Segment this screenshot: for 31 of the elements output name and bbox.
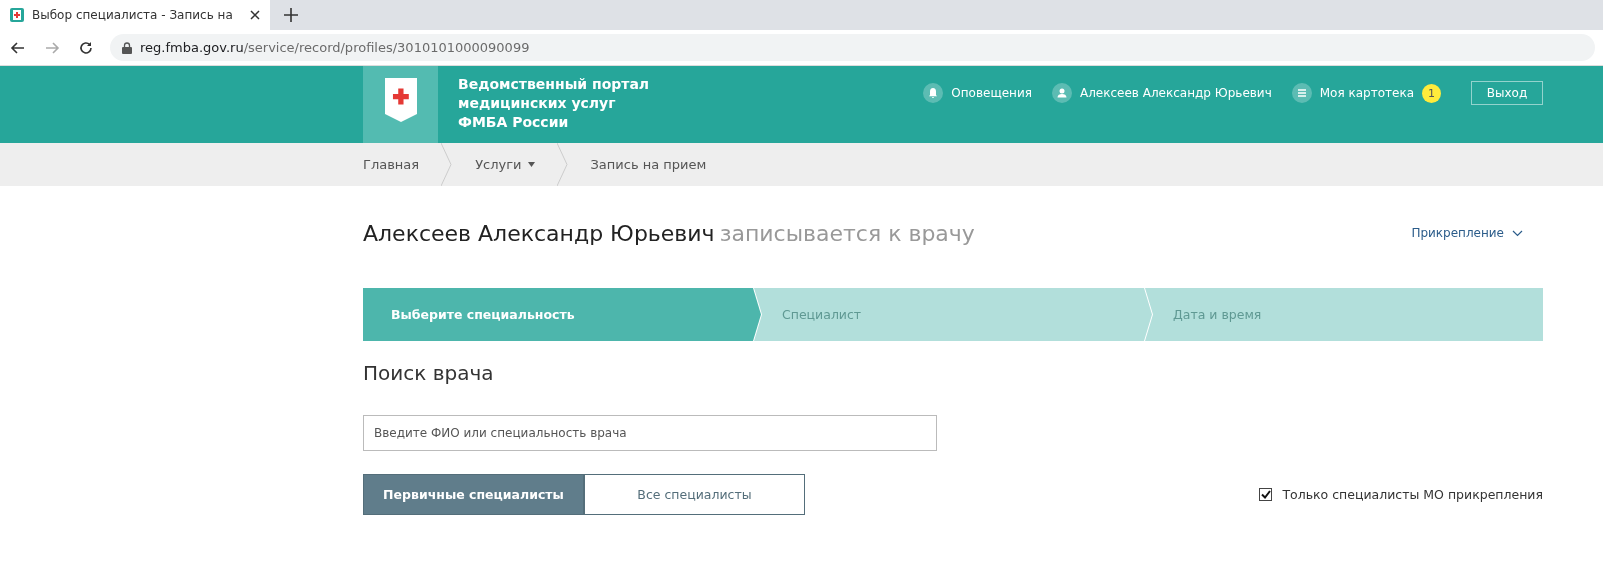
close-icon[interactable]	[250, 10, 260, 20]
wizard-step: Дата и время	[1145, 288, 1543, 341]
menu-icon	[1291, 83, 1312, 103]
section-heading: Поиск врача	[363, 361, 495, 385]
bell-icon	[923, 83, 944, 103]
filter-toggle[interactable]: Все специалисты	[584, 474, 805, 515]
checkbox-label: Только специалисты МО прикрепления	[1282, 487, 1543, 502]
favicon-icon	[10, 8, 24, 22]
search-field[interactable]: Введите ФИО или специальность врача	[363, 415, 937, 451]
breadcrumb-link[interactable]: Запись на прием	[590, 143, 729, 186]
breadcrumb-link[interactable]: Услуги	[475, 143, 557, 186]
count-badge: 1	[1422, 83, 1441, 103]
new-tab-icon[interactable]	[284, 8, 298, 22]
page-subtitle: записывается к врачу	[719, 220, 975, 246]
user-icon	[1051, 83, 1072, 103]
lock-icon	[122, 41, 132, 54]
attachment-link[interactable]: Прикрепление	[1411, 226, 1523, 240]
breadcrumb-separator	[441, 143, 454, 186]
header-link[interactable]: Моя картотека 1	[1291, 83, 1441, 103]
wizard-step: Специалист	[754, 288, 1152, 341]
browser-tab[interactable]: Выбор специалиста - Запись на	[0, 0, 270, 30]
wizard-step: Выберите специальность	[363, 288, 761, 341]
filter-toggle[interactable]: Первичные специалисты	[363, 474, 584, 515]
breadcrumb-separator	[556, 143, 569, 186]
url-text: reg.fmba.gov.ru/service/record/profiles/3010101000090099	[140, 40, 530, 55]
checkbox[interactable]	[1259, 488, 1273, 501]
address-bar[interactable]: reg.fmba.gov.ru/service/record/profiles/3010101000090099	[110, 34, 1595, 61]
patient-name: Алексеев Александр Юрьевич	[363, 220, 715, 246]
logo-icon[interactable]	[363, 66, 438, 143]
breadcrumb-link[interactable]: Главная	[363, 143, 442, 186]
chevron-down-icon	[1512, 229, 1523, 237]
